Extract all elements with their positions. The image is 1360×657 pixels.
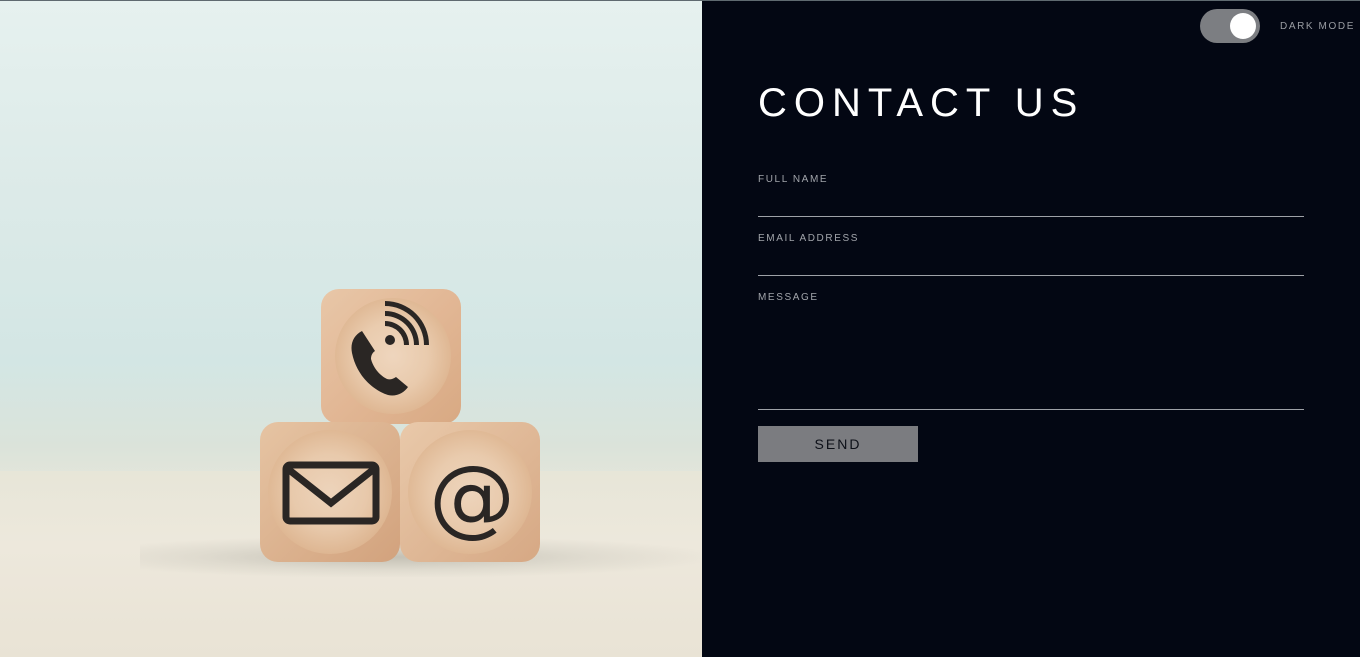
contact-panel: DARK MODE CONTACT US FULL NAME EMAIL ADD… [702,1,1360,657]
message-textarea[interactable] [758,311,1304,410]
cube-at-sign: @ [400,422,540,562]
dark-mode-label: DARK MODE [1280,21,1355,32]
at-sign-icon: @ [429,447,515,547]
full-name-label: FULL NAME [758,174,829,185]
dark-mode-toggle[interactable] [1200,9,1260,43]
full-name-input[interactable] [758,190,1304,217]
hero-image: @ [0,1,702,657]
cube-phone [321,289,461,424]
wooden-cubes: @ [260,289,540,562]
page-title: CONTACT US [758,81,1085,125]
email-address-input[interactable] [758,249,1304,276]
cube-envelope [260,422,400,562]
email-address-label: EMAIL ADDRESS [758,233,860,244]
send-button[interactable]: SEND [758,426,918,462]
toggle-knob[interactable] [1230,13,1256,39]
message-label: MESSAGE [758,292,819,303]
